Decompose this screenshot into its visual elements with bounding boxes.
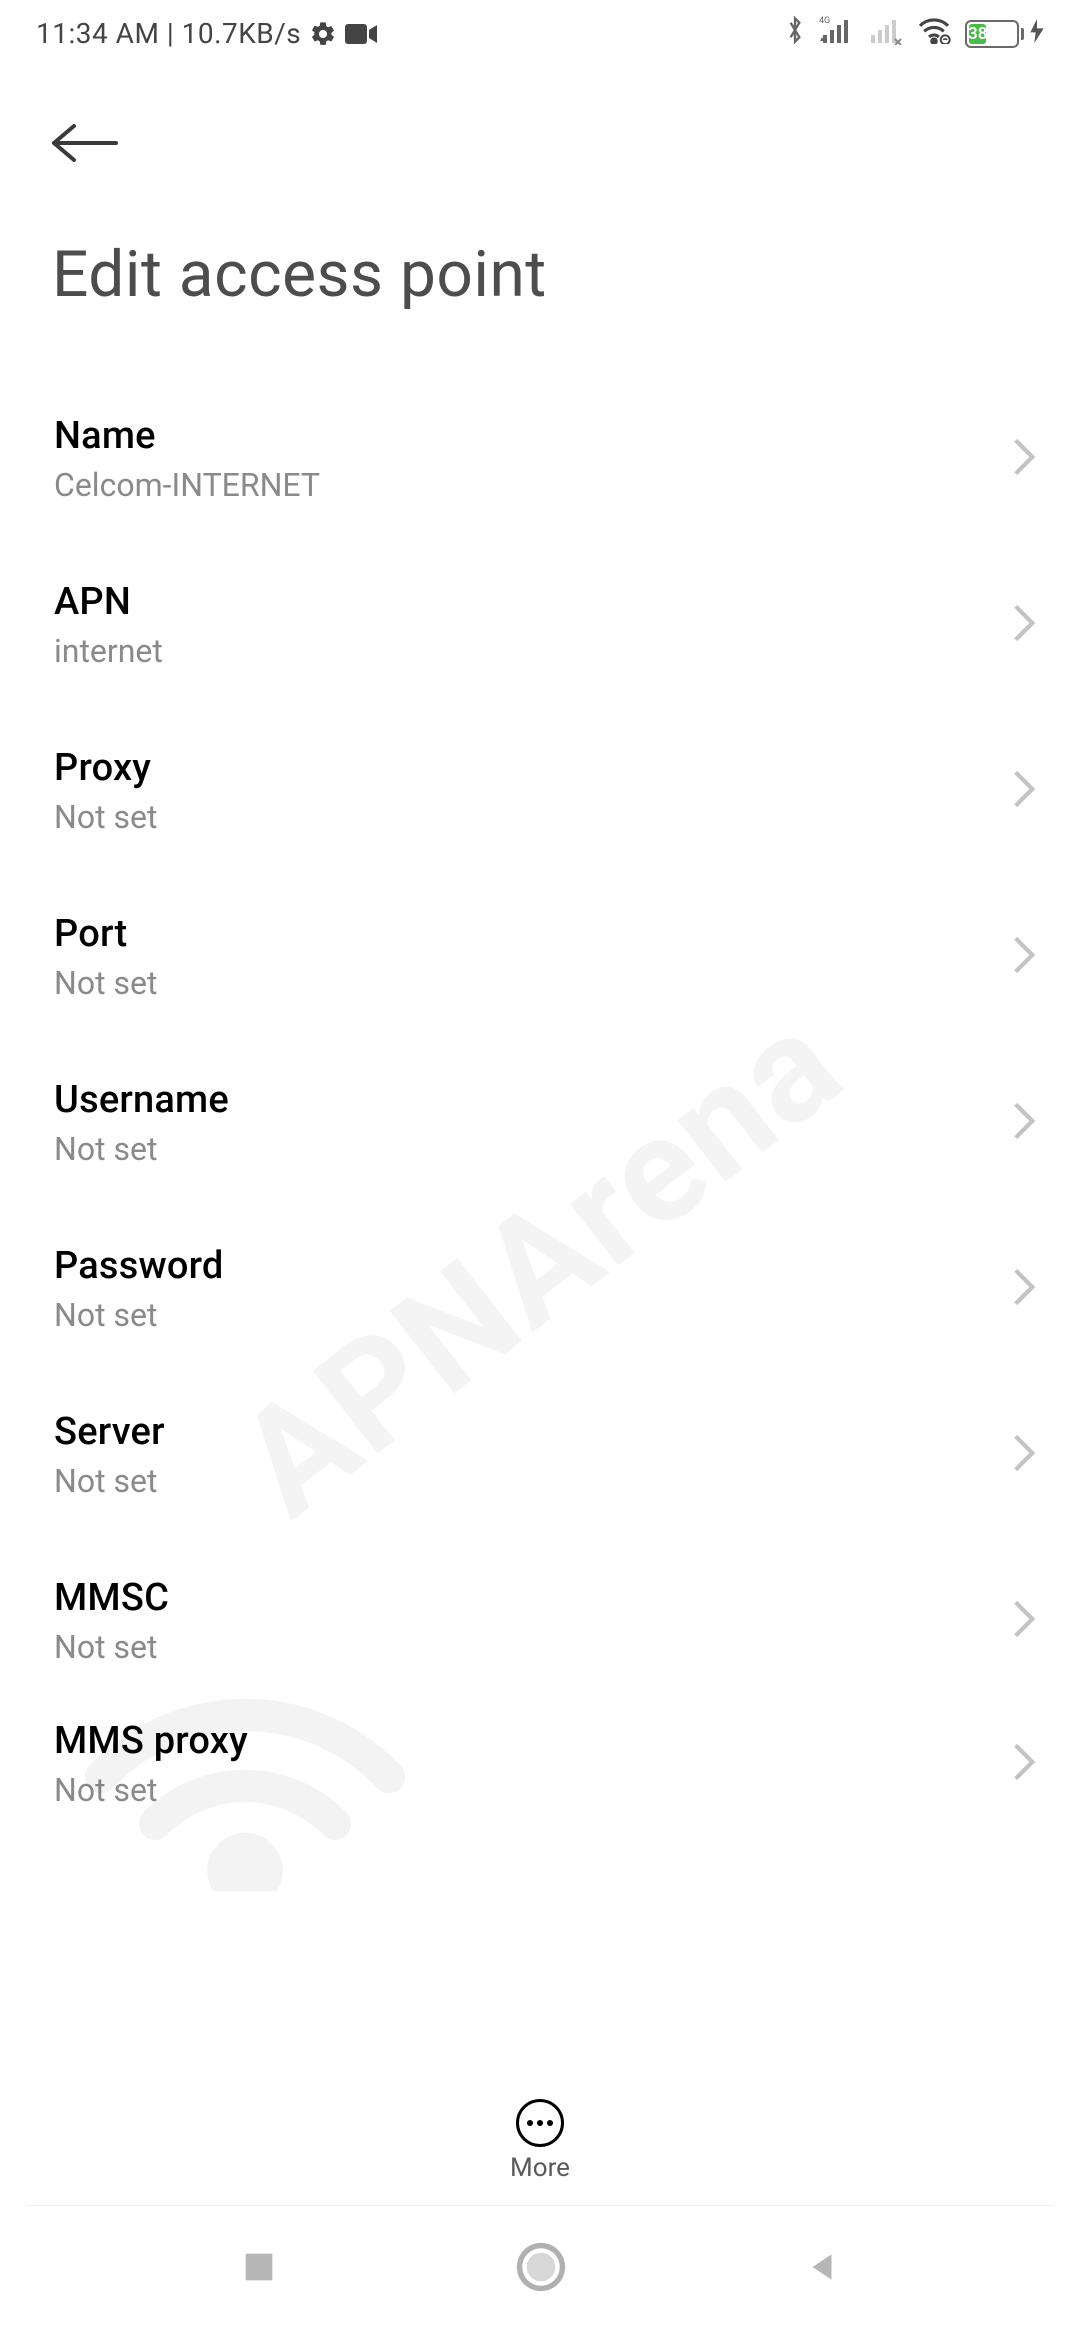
signal-none-icon — [869, 15, 903, 52]
system-nav-bar — [0, 2206, 1080, 2340]
field-password[interactable]: Password Not set — [0, 1206, 1080, 1372]
field-value: Not set — [54, 1296, 224, 1334]
field-name[interactable]: Name Celcom-INTERNET — [0, 376, 1080, 542]
signal-4g-icon: 4G — [819, 15, 855, 52]
field-value: Not set — [54, 1462, 165, 1500]
field-label: Port — [54, 912, 157, 956]
more-button[interactable] — [516, 2099, 564, 2147]
field-label: Server — [54, 1410, 165, 1454]
wifi-icon — [917, 16, 951, 51]
field-proxy[interactable]: Proxy Not set — [0, 708, 1080, 874]
field-label: MMS proxy — [54, 1719, 248, 1763]
field-label: Name — [54, 414, 320, 458]
field-value: Not set — [54, 1771, 248, 1809]
field-label: MMSC — [54, 1576, 169, 1620]
page-title: Edit access point — [0, 167, 1080, 376]
chevron-right-icon — [1012, 769, 1036, 813]
field-label: Proxy — [54, 746, 157, 790]
bluetooth-icon — [785, 14, 805, 53]
field-label: Username — [54, 1078, 229, 1122]
charging-icon — [1030, 17, 1044, 50]
chevron-right-icon — [1012, 437, 1036, 481]
field-username[interactable]: Username Not set — [0, 1040, 1080, 1206]
field-value: internet — [54, 632, 163, 670]
gear-icon — [309, 20, 337, 48]
more-label: More — [510, 2153, 570, 2183]
camera-icon — [345, 22, 377, 46]
status-time: 11:34 AM | 10.7KB/s — [36, 17, 301, 50]
chevron-right-icon — [1012, 935, 1036, 979]
nav-back-button[interactable] — [803, 2247, 841, 2287]
chevron-right-icon — [1012, 1742, 1036, 1786]
chevron-right-icon — [1012, 603, 1036, 647]
field-value: Not set — [54, 1130, 229, 1168]
field-server[interactable]: Server Not set — [0, 1372, 1080, 1538]
nav-recent-button[interactable] — [239, 2247, 279, 2287]
field-value: Not set — [54, 964, 157, 1002]
field-label: APN — [54, 580, 163, 624]
back-button[interactable] — [50, 123, 120, 163]
status-bar: 11:34 AM | 10.7KB/s 4G 38 — [0, 0, 1080, 63]
svg-text:4G: 4G — [819, 16, 830, 26]
chevron-right-icon — [1012, 1101, 1036, 1145]
field-label: Password — [54, 1244, 224, 1288]
nav-home-button[interactable] — [516, 2242, 566, 2292]
field-value: Not set — [54, 1628, 169, 1666]
field-mms-proxy[interactable]: MMS proxy Not set — [0, 1704, 1080, 1824]
field-mmsc[interactable]: MMSC Not set — [0, 1538, 1080, 1704]
field-port[interactable]: Port Not set — [0, 874, 1080, 1040]
chevron-right-icon — [1012, 1433, 1036, 1477]
field-value: Not set — [54, 798, 157, 836]
apn-settings-list: Name Celcom-INTERNET APN internet Proxy … — [0, 376, 1080, 2081]
field-value: Celcom-INTERNET — [54, 466, 320, 504]
chevron-right-icon — [1012, 1267, 1036, 1311]
battery-indicator: 38 — [965, 17, 1044, 50]
chevron-right-icon — [1012, 1599, 1036, 1643]
field-apn[interactable]: APN internet — [0, 542, 1080, 708]
